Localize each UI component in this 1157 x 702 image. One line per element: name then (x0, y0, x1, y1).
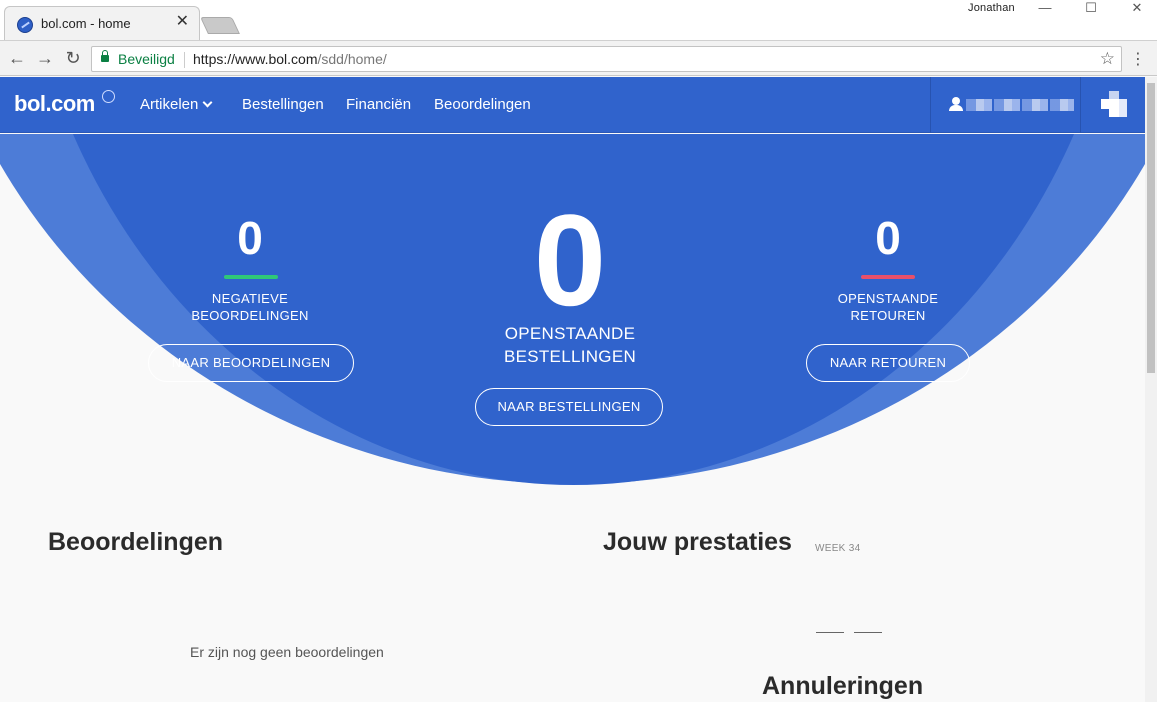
forward-icon[interactable]: → (34, 47, 56, 69)
open-orders-count: 0 (533, 187, 607, 333)
reviews-title: Beoordelingen (48, 528, 224, 556)
chevron-down-icon (202, 97, 213, 108)
label-line: NEGATIEVE (211, 291, 289, 306)
nav-divider (1080, 77, 1081, 133)
to-reviews-button[interactable]: NAAR BEOORDELINGEN (148, 344, 354, 382)
secure-label: Beveiligd (118, 51, 175, 67)
browser-toolbar: ← → ↻ Beveiligd https://www.bol.com/sdd/… (0, 40, 1157, 76)
label-line: BESTELLINGEN (503, 347, 637, 366)
label-line: BEOORDELINGEN (191, 308, 309, 323)
url-host: https://www.bol.com (193, 51, 318, 67)
url-path: /sdd/home/ (317, 51, 387, 67)
logo-globe-icon (102, 90, 115, 103)
site-navbar: bol.com Artikelen Bestellingen Financiën… (0, 77, 1145, 133)
omnibox-divider (184, 52, 185, 68)
avatar[interactable] (1101, 91, 1127, 117)
tab-title: bol.com - home (41, 16, 131, 31)
nav-divider (930, 77, 931, 133)
url-text[interactable]: https://www.bol.com/sdd/home/ (193, 51, 387, 67)
nav-item-artikelen[interactable]: Artikelen (140, 96, 213, 113)
reviews-empty-message: Er zijn nog geen beoordelingen (190, 644, 384, 660)
label-line: OPENSTAANDE (837, 291, 939, 306)
bookmark-star-icon[interactable]: ☆ (1100, 49, 1115, 69)
account-name-pixelated[interactable] (966, 99, 1074, 111)
negative-reviews-bar (224, 275, 278, 279)
nav-item-label: Artikelen (140, 96, 199, 113)
reload-icon[interactable]: ↻ (62, 47, 84, 69)
user-icon (949, 97, 963, 111)
open-returns-label: OPENSTAANDE RETOUREN (788, 290, 988, 324)
negative-reviews-count: 0 (237, 212, 263, 264)
to-orders-button[interactable]: NAAR BESTELLINGEN (475, 388, 663, 426)
browser-menu-icon[interactable]: ⋮ (1130, 49, 1146, 69)
nav-item-beoordelingen[interactable]: Beoordelingen (434, 96, 531, 113)
performance-title: Jouw prestaties (603, 528, 792, 556)
negative-reviews-label: NEGATIEVE BEOORDELINGEN (150, 290, 350, 324)
minimize-icon[interactable]: — (1030, 0, 1060, 18)
cancellations-title: Annuleringen (762, 672, 924, 700)
open-returns-count: 0 (875, 212, 901, 264)
browser-tab[interactable]: bol.com - home ✕ (4, 6, 200, 40)
bolcom-logo[interactable]: bol.com (14, 91, 95, 117)
page-scrollbar[interactable] (1145, 77, 1157, 702)
nav-item-bestellingen[interactable]: Bestellingen (242, 96, 324, 113)
to-returns-button[interactable]: NAAR RETOUREN (806, 344, 970, 382)
address-bar[interactable]: Beveiligd https://www.bol.com/sdd/home/ … (91, 46, 1122, 72)
lock-icon (101, 50, 109, 62)
back-icon[interactable]: ← (6, 47, 28, 69)
label-line: OPENSTAANDE (504, 324, 636, 343)
tab-close-icon[interactable]: ✕ (176, 14, 189, 30)
open-orders-label: OPENSTAANDE BESTELLINGEN (420, 322, 720, 368)
nav-item-financien[interactable]: Financiën (346, 96, 411, 113)
tab-indicator[interactable] (854, 632, 882, 633)
tab-indicator[interactable] (816, 632, 844, 633)
open-returns-bar (861, 275, 915, 279)
new-tab-button[interactable] (200, 17, 240, 34)
close-window-icon[interactable]: ✕ (1122, 0, 1152, 18)
scrollbar-thumb[interactable] (1147, 83, 1155, 373)
window-user-name[interactable]: Jonathan (968, 2, 1015, 14)
week-label: WEEK 34 (815, 543, 861, 554)
browser-titlebar: bol.com - home ✕ Jonathan — ☐ ✕ (0, 0, 1157, 40)
maximize-icon[interactable]: ☐ (1076, 0, 1106, 18)
bolcom-favicon-icon (17, 17, 33, 33)
label-line: RETOUREN (850, 308, 926, 323)
